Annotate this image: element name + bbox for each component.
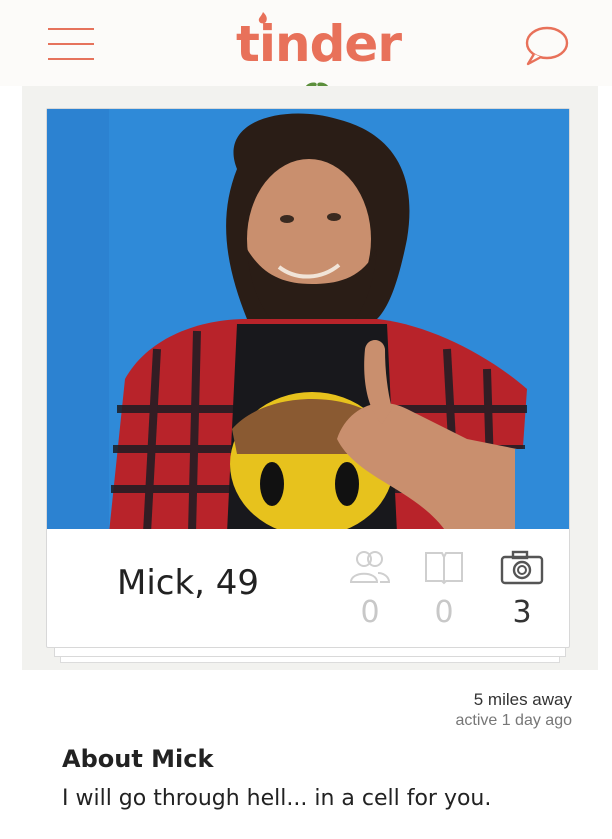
photos-count: 3 — [512, 595, 532, 630]
stacked-card — [60, 656, 560, 663]
about-title: About Mick — [62, 745, 214, 773]
friends-icon — [349, 551, 391, 583]
about-text: I will go through hell... in a cell for … — [62, 786, 492, 811]
hamburger-menu-icon — [48, 28, 94, 30]
interests-stat[interactable]: 0 — [419, 549, 469, 630]
flame-icon — [258, 12, 267, 24]
photos-stat[interactable]: 3 — [497, 549, 547, 630]
chat-button[interactable] — [520, 24, 570, 68]
last-active-label: active 1 day ago — [455, 712, 572, 729]
profile-photo[interactable] — [47, 109, 569, 533]
profile-name-age: Mick, 49 — [117, 563, 260, 603]
friends-stat[interactable]: 0 — [345, 549, 395, 630]
interests-icon — [425, 552, 463, 585]
distance-label: 5 miles away — [473, 690, 572, 709]
interests-count: 0 — [434, 595, 454, 630]
app-header: tinder — [0, 0, 612, 86]
profile-meta: 5 miles away active 1 day ago — [455, 690, 572, 730]
chat-bubble-icon — [525, 26, 569, 66]
friends-count: 0 — [360, 595, 380, 630]
profile-info-row: Mick, 49 0 0 3 — [47, 533, 569, 647]
stacked-card — [54, 648, 566, 657]
menu-button[interactable] — [48, 28, 94, 62]
camera-icon — [500, 550, 544, 585]
profile-card[interactable]: Mick, 49 0 0 3 — [46, 108, 570, 648]
